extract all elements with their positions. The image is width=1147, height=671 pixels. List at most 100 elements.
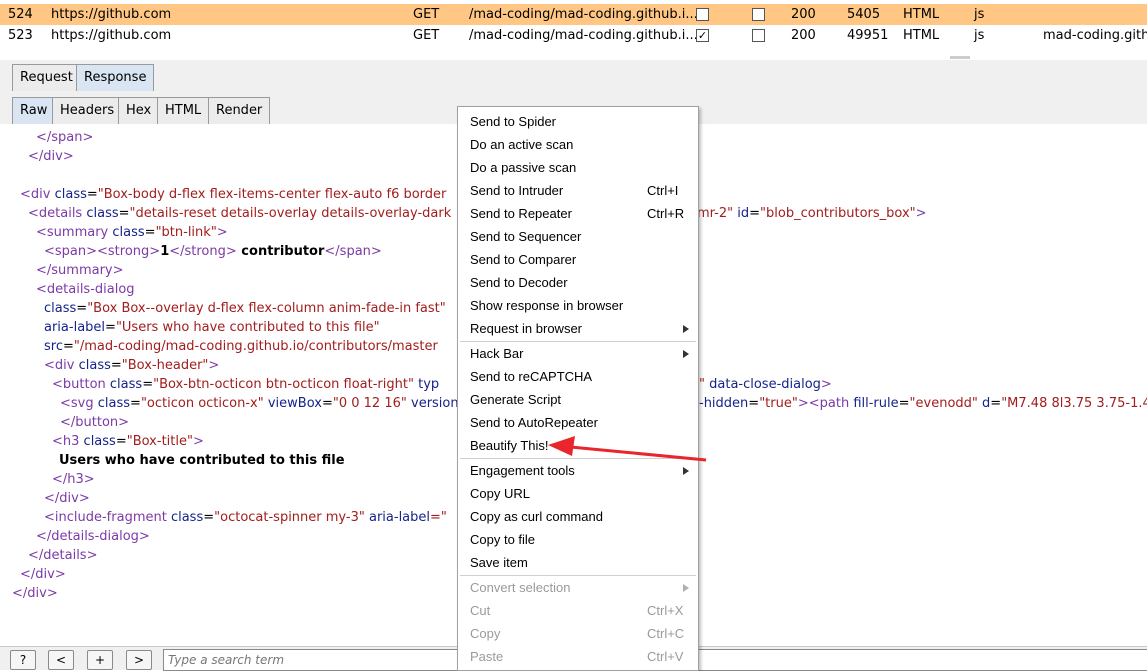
menu-item-do-an-active-scan[interactable]: Do an active scan bbox=[458, 133, 698, 156]
menu-item-send-to-intruder[interactable]: Send to Intruder Ctrl+I bbox=[458, 179, 698, 202]
code-line: </details-dialog> bbox=[36, 529, 150, 544]
menu-item-send-to-sequencer[interactable]: Send to Sequencer bbox=[458, 225, 698, 248]
cell-num: 523 bbox=[8, 28, 33, 43]
cell-status: 200 bbox=[791, 7, 816, 22]
menu-item-copy-to-file[interactable]: Copy to file bbox=[458, 528, 698, 551]
menu-item-send-to-decoder[interactable]: Send to Decoder bbox=[458, 271, 698, 294]
menu-item-do-a-passive-scan[interactable]: Do a passive scan bbox=[458, 156, 698, 179]
menu-item-shortcut: Ctrl+V bbox=[647, 649, 684, 664]
menu-item-request-in-browser[interactable]: Request in browser bbox=[458, 317, 698, 340]
code-line-tail: " data-close-dialog> bbox=[699, 377, 832, 392]
submenu-arrow-icon bbox=[683, 325, 689, 333]
cell-host: https://github.com bbox=[51, 7, 172, 22]
table-row[interactable]: 523 https://github.com GET /mad-coding/m… bbox=[0, 25, 1147, 46]
menu-item-label: Engagement tools bbox=[470, 463, 575, 478]
menu-item-engagement-tools[interactable]: Engagement tools bbox=[458, 459, 698, 482]
code-line: <include-fragment class="octocat-spinner… bbox=[44, 510, 447, 525]
menu-item-send-to-autorepeater[interactable]: Send to AutoRepeater bbox=[458, 411, 698, 434]
code-line: <h3 class="Box-title"> bbox=[52, 434, 204, 449]
tab-hex[interactable]: Hex bbox=[118, 97, 160, 124]
code-line: </div> bbox=[12, 586, 58, 601]
cell-mime: HTML bbox=[903, 28, 940, 43]
cell-extension: js bbox=[974, 7, 985, 22]
help-button[interactable]: ? bbox=[10, 650, 36, 670]
code-line: </h3> bbox=[52, 472, 95, 487]
code-line-tail: -hidden="true"><path fill-rule="evenodd"… bbox=[699, 396, 1147, 411]
edited-checkbox[interactable] bbox=[752, 29, 765, 42]
code-line: </div> bbox=[28, 149, 74, 164]
cell-title: mad-coding.github bbox=[1043, 28, 1147, 43]
code-line: </button> bbox=[60, 415, 130, 430]
menu-item-save-item[interactable]: Save item bbox=[458, 551, 698, 574]
cell-length: 49951 bbox=[847, 28, 889, 43]
menu-item-label: Send to AutoRepeater bbox=[470, 415, 598, 430]
submenu-arrow-icon bbox=[683, 467, 689, 475]
code-line: <span><strong>1</strong> contributor</sp… bbox=[44, 244, 382, 259]
cell-url: /mad-coding/mad-coding.github.i... bbox=[469, 7, 698, 22]
menu-item-label: Convert selection bbox=[470, 580, 571, 595]
menu-item-beautify-this[interactable]: Beautify This! bbox=[458, 434, 698, 457]
menu-item-send-to-repeater[interactable]: Send to Repeater Ctrl+R bbox=[458, 202, 698, 225]
tab-request[interactable]: Request bbox=[12, 64, 81, 91]
menu-item-show-response-in-browser[interactable]: Show response in browser bbox=[458, 294, 698, 317]
params-checkbox[interactable] bbox=[696, 8, 709, 21]
tab-headers[interactable]: Headers bbox=[52, 97, 123, 124]
proxy-history-table[interactable]: 524 https://github.com GET /mad-coding/m… bbox=[0, 0, 1147, 61]
code-line: </div> bbox=[20, 567, 66, 582]
menu-item-copy: Copy Ctrl+C bbox=[458, 622, 698, 645]
add-button[interactable]: + bbox=[87, 650, 113, 670]
code-line: aria-label="Users who have contributed t… bbox=[44, 320, 380, 335]
menu-item-shortcut: Ctrl+C bbox=[647, 626, 685, 641]
menu-item-send-to-spider[interactable]: Send to Spider bbox=[458, 110, 698, 133]
code-line: </div> bbox=[44, 491, 90, 506]
code-line: </span> bbox=[36, 130, 94, 145]
code-line: <div class="Box-body d-flex flex-items-c… bbox=[20, 187, 447, 202]
menu-item-label: Copy bbox=[470, 626, 501, 641]
menu-item-label: Send to Spider bbox=[470, 114, 557, 129]
code-line: class="Box Box--overlay d-flex flex-colu… bbox=[44, 301, 446, 316]
previous-button[interactable]: < bbox=[48, 650, 74, 670]
tab-raw[interactable]: Raw bbox=[12, 97, 56, 124]
code-line-tail: mr-2" id="blob_contributors_box"> bbox=[697, 206, 927, 221]
edited-checkbox[interactable] bbox=[752, 8, 765, 21]
cell-extension: js bbox=[974, 28, 985, 43]
cell-mime: HTML bbox=[903, 7, 940, 22]
code-line: <svg class="octicon octicon-x" viewBox="… bbox=[60, 396, 459, 411]
code-line: </summary> bbox=[36, 263, 124, 278]
menu-item-label: Send to Decoder bbox=[470, 275, 568, 290]
menu-item-label: Save item bbox=[470, 555, 528, 570]
menu-item-send-to-recaptcha[interactable]: Send to reCAPTCHA bbox=[458, 365, 698, 388]
code-line: <div class="Box-header"> bbox=[44, 358, 220, 373]
cell-length: 5405 bbox=[847, 7, 881, 22]
table-row[interactable]: 524 https://github.com GET /mad-coding/m… bbox=[0, 4, 1147, 25]
code-line: <button class="Box-btn-octicon btn-octic… bbox=[52, 377, 440, 392]
menu-item-copy-as-curl-command[interactable]: Copy as curl command bbox=[458, 505, 698, 528]
menu-item-convert-selection: Convert selection bbox=[458, 576, 698, 599]
menu-item-generate-script[interactable]: Generate Script bbox=[458, 388, 698, 411]
tab-response[interactable]: Response bbox=[76, 64, 155, 91]
menu-item-copy-url[interactable]: Copy URL bbox=[458, 482, 698, 505]
menu-item-label: Beautify This! bbox=[470, 438, 549, 453]
code-line: Users who have contributed to this file bbox=[59, 453, 345, 468]
menu-item-label: Copy as curl command bbox=[470, 509, 603, 524]
menu-item-label: Do a passive scan bbox=[470, 160, 577, 175]
tab-html[interactable]: HTML bbox=[157, 97, 210, 124]
tab-render[interactable]: Render bbox=[208, 97, 271, 124]
menu-item-paste: Paste Ctrl+V bbox=[458, 645, 698, 668]
params-checkbox[interactable]: ✓ bbox=[696, 29, 709, 42]
submenu-arrow-icon bbox=[683, 350, 689, 358]
menu-item-send-to-comparer[interactable]: Send to Comparer bbox=[458, 248, 698, 271]
menu-item-label: Send to Repeater bbox=[470, 206, 572, 221]
menu-item-hack-bar[interactable]: Hack Bar bbox=[458, 342, 698, 365]
menu-item-label: Generate Script bbox=[470, 392, 562, 407]
menu-item-label: Paste bbox=[470, 649, 504, 664]
menu-item-label: Copy URL bbox=[470, 486, 530, 501]
cell-method: GET bbox=[413, 7, 440, 22]
context-menu[interactable]: Send to Spider Do an active scan Do a pass… bbox=[457, 106, 699, 671]
menu-item-shortcut: Ctrl+R bbox=[647, 206, 685, 221]
cell-url: /mad-coding/mad-coding.github.i... bbox=[469, 28, 698, 43]
menu-item-label: Copy to file bbox=[470, 532, 536, 547]
next-button[interactable]: > bbox=[126, 650, 152, 670]
scrollbar-thumb[interactable] bbox=[950, 56, 970, 59]
cell-num: 524 bbox=[8, 7, 33, 22]
